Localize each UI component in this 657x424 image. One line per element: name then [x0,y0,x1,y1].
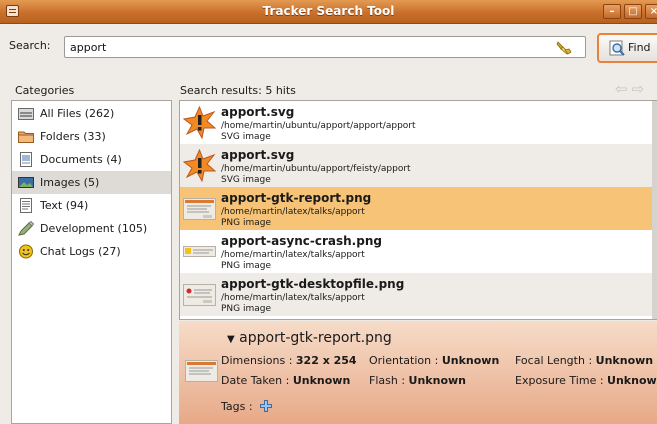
development-icon [18,221,34,236]
find-icon [609,40,625,56]
chat-icon [19,244,33,259]
flash-field: Flash : Unknown [369,374,466,387]
dimensions-field: Dimensions : 322 x 254 [221,354,357,367]
result-name: apport-async-crash.png [221,234,382,248]
result-type: PNG image [221,218,272,228]
exposure-value: Unknown [607,374,657,387]
add-tag-icon[interactable] [260,400,273,412]
category-chat-logs[interactable]: Chat Logs (27) [12,240,171,263]
close-button[interactable]: × [645,4,657,19]
category-images[interactable]: Images (5) [12,171,171,194]
svg-image-icon [183,149,216,182]
categories-list: All Files (262) Folders (33) Documents (… [11,100,172,424]
png-thumbnail-icon [183,198,216,220]
document-icon [20,152,32,167]
svg-image-icon [183,106,216,139]
find-button[interactable]: Find [597,33,657,63]
result-row[interactable]: apport-gtk-desktopfile.png /home/martin/… [180,273,653,316]
dimensions-value: 322 x 254 [295,354,357,367]
category-label: Chat Logs (27) [40,245,121,258]
result-path: /home/martin/ubuntu/apport/apport/apport [221,121,416,131]
folder-icon [18,131,34,143]
search-bar: Search: Find [0,30,657,63]
search-label: Search: [9,39,51,52]
tags-label: Tags : [221,400,253,413]
category-text[interactable]: Text (94) [12,194,171,217]
details-thumbnail-icon [185,360,218,382]
result-path: /home/martin/latex/talks/apport [221,293,365,303]
result-row[interactable]: apport-async-crash.png /home/martin/late… [180,230,653,273]
orientation-label: Orientation : [369,354,442,367]
image-icon [18,177,34,188]
maximize-button[interactable]: □ [624,4,642,19]
collapse-arrow-icon[interactable]: ▼ [227,334,235,345]
result-path: /home/martin/latex/talks/apport [221,207,365,217]
window-title: Tracker Search Tool [262,4,395,18]
png-thumbnail-icon [183,246,216,257]
result-name: apport-gtk-desktopfile.png [221,277,405,291]
result-path: /home/martin/latex/talks/apport [221,250,365,260]
category-label: Images (5) [40,176,100,189]
details-pane: ▼ apport-gtk-report.png Dimensions : 322… [179,321,657,424]
dimensions-label: Dimensions : [221,354,296,367]
flash-value: Unknown [408,374,466,387]
result-row[interactable]: apport.svg /home/martin/ubuntu/apport/fe… [180,144,653,187]
category-all-files[interactable]: All Files (262) [12,102,171,125]
details-title[interactable]: ▼ apport-gtk-report.png [227,330,392,346]
nav-arrows: ⇦⇨ [615,80,648,98]
result-path: /home/martin/ubuntu/apport/feisty/apport [221,164,411,174]
png-thumbnail-icon [183,284,216,306]
result-name: apport-gtk-report.png [221,191,372,205]
focal-length-label: Focal Length : [515,354,596,367]
search-input[interactable] [64,36,586,58]
exposure-label: Exposure Time : [515,374,608,387]
results-header: Search results: 5 hits [180,84,296,97]
category-label: All Files (262) [40,107,115,120]
exposure-field: Exposure Time : Unknown [515,374,657,387]
focal-length-value: Unknown [595,354,654,367]
result-row[interactable]: apport-gtk-report.png /home/martin/latex… [180,187,653,230]
result-row[interactable]: apport.svg /home/martin/ubuntu/apport/ap… [180,101,653,144]
categories-header: Categories [15,84,75,97]
category-development[interactable]: Development (105) [12,217,171,240]
all-files-icon [18,108,34,120]
result-name: apport.svg [221,105,295,119]
result-type: PNG image [221,304,272,314]
window-titlebar[interactable]: Tracker Search Tool – □ × [0,0,657,24]
text-icon [20,198,32,213]
orientation-field: Orientation : Unknown [369,354,499,367]
category-documents[interactable]: Documents (4) [12,148,171,171]
back-arrow-icon[interactable]: ⇦ [615,80,632,98]
tags-field: Tags : [221,400,273,413]
date-taken-field: Date Taken : Unknown [221,374,350,387]
category-label: Development (105) [40,222,148,235]
result-name: apport.svg [221,148,295,162]
result-type: PNG image [221,261,272,271]
category-label: Documents (4) [40,153,122,166]
flash-label: Flash : [369,374,409,387]
minimize-button[interactable]: – [603,4,621,19]
category-folders[interactable]: Folders (33) [12,125,171,148]
details-filename: apport-gtk-report.png [239,330,392,346]
forward-arrow-icon[interactable]: ⇨ [632,80,649,98]
result-type: SVG image [221,132,271,142]
find-label: Find [628,41,651,54]
results-scrollbar[interactable] [652,101,657,319]
date-taken-label: Date Taken : [221,374,293,387]
orientation-value: Unknown [441,354,500,367]
result-type: SVG image [221,175,271,185]
focal-length-field: Focal Length : Unknown [515,354,653,367]
date-taken-value: Unknown [292,374,351,387]
results-list: apport.svg /home/martin/ubuntu/apport/ap… [179,100,657,320]
clear-icon[interactable] [556,39,572,55]
category-label: Text (94) [40,199,89,212]
category-label: Folders (33) [40,130,106,143]
